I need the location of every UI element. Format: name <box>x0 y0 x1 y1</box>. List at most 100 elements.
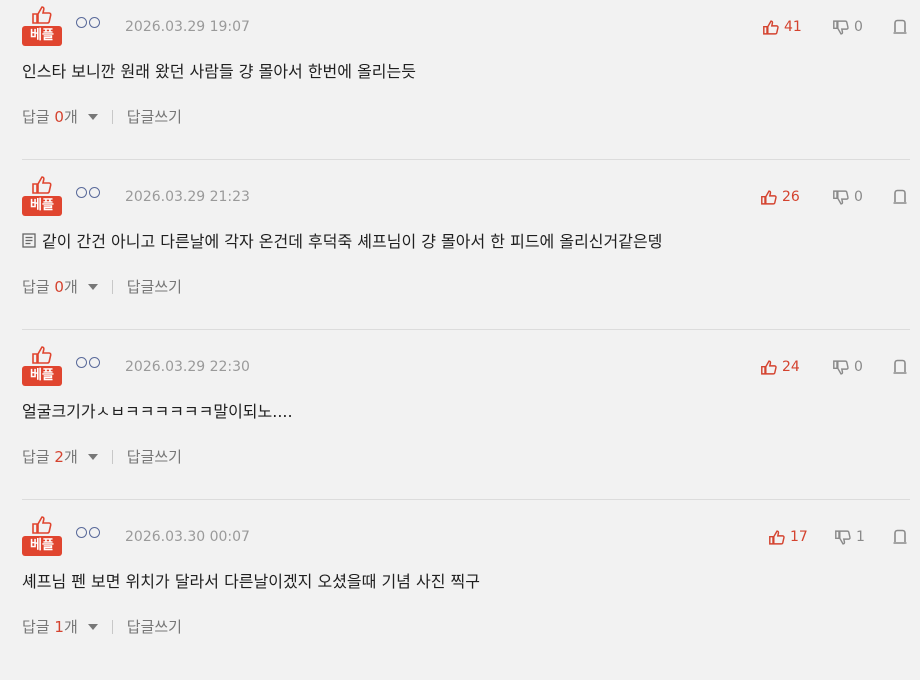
chevron-down-icon[interactable] <box>87 453 98 460</box>
reply-unit: 개 <box>63 278 78 296</box>
reply-count: 0 <box>54 108 64 126</box>
comment-item: 베플 2026.03.29 21:23 26 0 같이 간건 아니고 다른날에 … <box>0 170 920 340</box>
divider <box>22 329 910 330</box>
thumbs-up-icon <box>763 19 779 35</box>
report-icon[interactable] <box>892 19 908 35</box>
nickname[interactable] <box>76 357 100 371</box>
thumbs-up-icon <box>32 176 52 194</box>
reply-unit: 개 <box>63 448 78 466</box>
reply-toggle[interactable]: 답글 2개 <box>22 446 78 467</box>
reply-toggle[interactable]: 답글 0개 <box>22 106 78 127</box>
reply-unit: 개 <box>63 618 78 636</box>
best-comment-icon: 베플 <box>22 516 62 558</box>
reply-label: 답글 <box>22 618 50 636</box>
comment-body: 얼굴크기가ㅅㅂㅋㅋㅋㅋㅋㅋ말이되노.... <box>22 402 293 421</box>
reply-label: 답글 <box>22 108 50 126</box>
like-count: 24 <box>782 359 800 375</box>
chevron-down-icon[interactable] <box>87 283 98 290</box>
nickname-dot <box>89 357 100 368</box>
like-button[interactable]: 24 <box>761 359 800 375</box>
like-button[interactable]: 26 <box>761 189 800 205</box>
thumbs-up-icon <box>761 189 777 205</box>
write-reply-link[interactable]: 답글쓰기 <box>127 106 182 127</box>
reply-toggle[interactable]: 답글 0개 <box>22 276 78 297</box>
nickname-dot <box>76 187 87 198</box>
nickname-dot <box>76 357 87 368</box>
write-reply-link[interactable]: 답글쓰기 <box>127 616 182 637</box>
dislike-button[interactable]: 1 <box>835 529 865 545</box>
thumbs-up-icon <box>761 359 777 375</box>
comment-body: 셰프님 펜 보면 위치가 달라서 다른날이겠지 오셨을때 기념 사진 찍구 <box>22 572 480 591</box>
like-count: 41 <box>784 19 802 35</box>
reply-row: 답글 1개 답글쓰기 <box>22 616 182 637</box>
dislike-button[interactable]: 0 <box>833 359 863 375</box>
reply-label: 답글 <box>22 278 50 296</box>
reply-count: 0 <box>54 278 64 296</box>
best-badge: 베플 <box>22 366 62 386</box>
write-reply-link[interactable]: 답글쓰기 <box>127 276 182 297</box>
divider <box>22 159 910 160</box>
best-comment-icon: 베플 <box>22 6 62 48</box>
reply-unit: 개 <box>63 108 78 126</box>
nickname-dot <box>89 527 100 538</box>
dislike-button[interactable]: 0 <box>833 189 863 205</box>
best-badge: 베플 <box>22 536 62 556</box>
divider <box>22 499 910 500</box>
best-badge: 베플 <box>22 26 62 46</box>
reply-row: 답글 0개 답글쓰기 <box>22 106 182 127</box>
nickname-dot <box>89 17 100 28</box>
chevron-down-icon[interactable] <box>87 623 98 630</box>
best-comment-icon: 베플 <box>22 346 62 388</box>
nickname-dot <box>76 17 87 28</box>
comment-body: 같이 간건 아니고 다른날에 각자 온건데 후덕죽 셰프님이 걍 몰아서 한 피… <box>42 232 663 251</box>
dislike-count: 0 <box>854 19 863 35</box>
timestamp: 2026.03.29 21:23 <box>125 189 250 205</box>
thumbs-down-icon <box>833 189 849 205</box>
timestamp: 2026.03.30 00:07 <box>125 529 250 545</box>
nickname-dot <box>89 187 100 198</box>
like-count: 17 <box>790 529 808 545</box>
comment-text: 인스타 보니깐 원래 왔던 사람들 걍 몰아서 한번에 올리는듯 <box>22 58 416 82</box>
separator <box>111 449 113 464</box>
reply-label: 답글 <box>22 448 50 466</box>
best-comment-icon: 베플 <box>22 176 62 218</box>
nickname[interactable] <box>76 527 100 541</box>
reply-row: 답글 0개 답글쓰기 <box>22 276 182 297</box>
like-button[interactable]: 41 <box>763 19 802 35</box>
comment-body: 인스타 보니깐 원래 왔던 사람들 걍 몰아서 한번에 올리는듯 <box>22 62 416 81</box>
separator <box>111 109 113 124</box>
reply-count: 1 <box>54 618 64 636</box>
comment-item: 베플 2026.03.29 22:30 24 0 얼굴크기가ㅅㅂㅋㅋㅋㅋㅋㅋ말이… <box>0 340 920 510</box>
dislike-button[interactable]: 0 <box>833 19 863 35</box>
thumbs-up-icon <box>32 6 52 24</box>
comment-text: 셰프님 펜 보면 위치가 달라서 다른날이겠지 오셨을때 기념 사진 찍구 <box>22 568 480 592</box>
report-icon[interactable] <box>892 359 908 375</box>
thumbs-down-icon <box>833 359 849 375</box>
separator <box>111 279 113 294</box>
thumbs-down-icon <box>833 19 849 35</box>
separator <box>111 619 113 634</box>
reply-row: 답글 2개 답글쓰기 <box>22 446 182 467</box>
comment-text: 얼굴크기가ㅅㅂㅋㅋㅋㅋㅋㅋ말이되노.... <box>22 398 293 422</box>
dislike-count: 0 <box>854 359 863 375</box>
nickname-dot <box>76 527 87 538</box>
reply-count: 2 <box>54 448 64 466</box>
timestamp: 2026.03.29 22:30 <box>125 359 250 375</box>
comment-item: 베플 2026.03.29 19:07 41 0 인스타 보니깐 원래 왔던 사… <box>0 0 920 170</box>
like-button[interactable]: 17 <box>769 529 808 545</box>
write-reply-link[interactable]: 답글쓰기 <box>127 446 182 467</box>
report-icon[interactable] <box>892 189 908 205</box>
thumbs-down-icon <box>835 529 851 545</box>
thumbs-up-icon <box>32 346 52 364</box>
chevron-down-icon[interactable] <box>87 113 98 120</box>
timestamp: 2026.03.29 19:07 <box>125 19 250 35</box>
nickname[interactable] <box>76 187 100 201</box>
like-count: 26 <box>782 189 800 205</box>
reply-toggle[interactable]: 답글 1개 <box>22 616 78 637</box>
comment-item: 베플 2026.03.30 00:07 17 1 셰프님 펜 보면 위치가 달라… <box>0 510 920 680</box>
dislike-count: 0 <box>854 189 863 205</box>
report-icon[interactable] <box>892 529 908 545</box>
document-icon <box>22 232 36 248</box>
nickname[interactable] <box>76 17 100 31</box>
comment-text: 같이 간건 아니고 다른날에 각자 온건데 후덕죽 셰프님이 걍 몰아서 한 피… <box>22 228 662 252</box>
